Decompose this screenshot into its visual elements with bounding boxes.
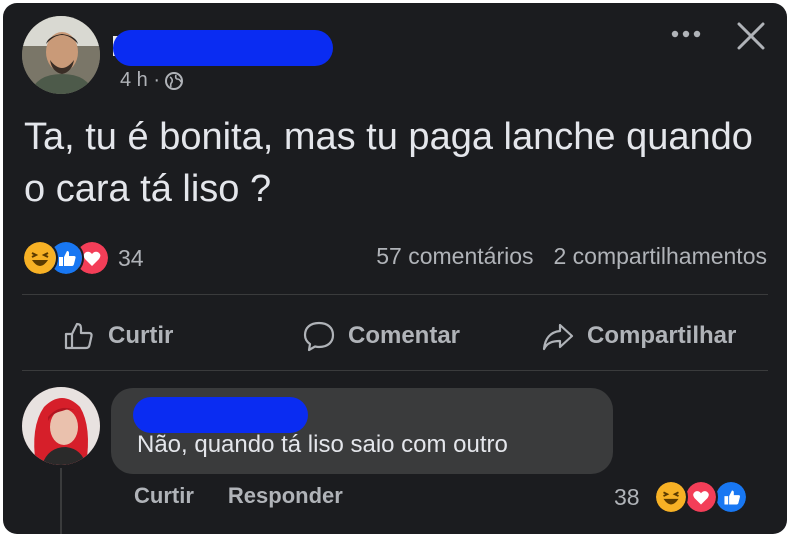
haha-icon (22, 240, 58, 276)
post-stats: 57 comentários 2 compartilhamentos (376, 243, 767, 270)
comment-actions: Curtir Responder (134, 483, 343, 509)
comment-button[interactable]: Comentar (302, 316, 460, 356)
person-photo-icon (22, 16, 100, 94)
comment-like-button[interactable]: Curtir (134, 483, 194, 509)
post-meta: 4 h · (120, 69, 184, 92)
thumbs-up-icon (64, 322, 93, 350)
love-icon (683, 480, 718, 514)
divider (22, 294, 768, 295)
share-button[interactable]: Compartilhar (541, 316, 736, 356)
redacted-author-name[interactable] (113, 30, 333, 66)
post-reactions[interactable]: 34 (22, 240, 144, 276)
person-photo-icon (22, 387, 100, 465)
shares-count-link[interactable]: 2 compartilhamentos (554, 243, 768, 270)
post-author-avatar[interactable] (22, 16, 100, 94)
post-text: Ta, tu é bonita, mas tu paga lanche quan… (24, 116, 753, 210)
globe-icon (165, 71, 184, 90)
comment-author-avatar[interactable] (22, 387, 100, 465)
like-icon (713, 480, 748, 514)
comment-reactions[interactable]: 38 (614, 479, 748, 515)
comment-icon (303, 321, 335, 352)
like-button[interactable]: Curtir (62, 316, 173, 356)
comments-count-link[interactable]: 57 comentários (376, 243, 533, 270)
comment-reaction-count: 38 (614, 483, 640, 510)
like-label: Curtir (108, 322, 174, 349)
divider (22, 370, 768, 371)
share-icon (542, 323, 574, 351)
redacted-commenter-name[interactable] (133, 397, 308, 433)
comment-reply-button[interactable]: Responder (228, 483, 343, 509)
post-time[interactable]: 4 h · (120, 69, 160, 92)
haha-icon (653, 480, 688, 514)
close-icon[interactable] (734, 19, 768, 53)
comment-label: Comentar (348, 322, 461, 349)
more-options-icon[interactable] (667, 19, 707, 49)
post-card: 4 h · Ta, tu é bonita, mas tu paga lanch… (3, 3, 787, 534)
thread-line (60, 468, 62, 534)
share-label: Compartilhar (587, 322, 737, 349)
comment-text: Não, quando tá liso saio com outro (137, 431, 508, 458)
reaction-count[interactable]: 34 (118, 245, 144, 272)
